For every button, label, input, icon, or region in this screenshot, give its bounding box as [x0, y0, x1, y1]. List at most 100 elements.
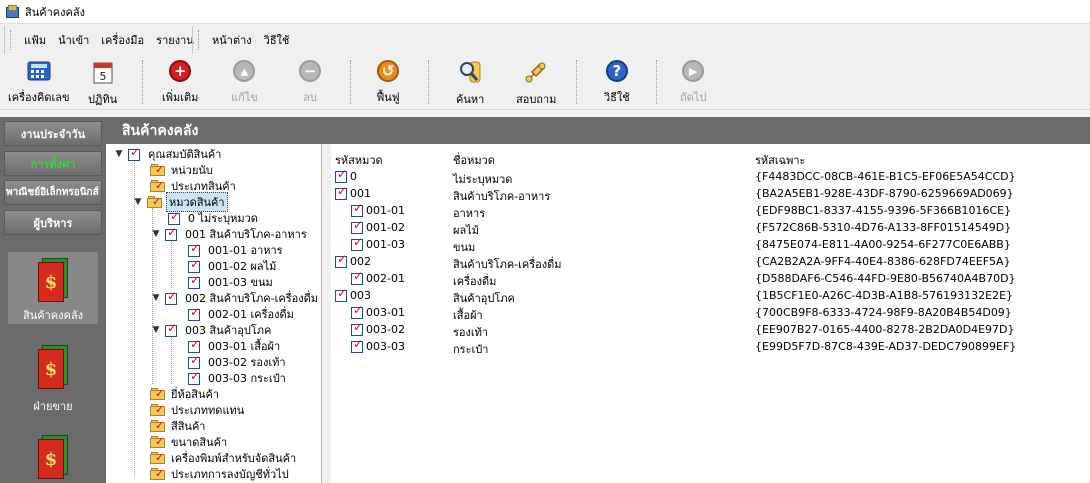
cell-code: 001-01 [366, 204, 405, 217]
menu-bar: แฟ้ม นำเข้า เครื่องมือ รายงาน หน้าต่าง ว… [0, 24, 1090, 54]
help-icon: ? [605, 60, 629, 82]
tree-node-substitute[interactable]: ✓ ประเภททดแทน [150, 402, 246, 418]
tree-node-c003-03[interactable]: ✓ 003-03 กระเป๋า [188, 369, 288, 386]
cell-guid: {BA2A5EB1-928E-43DF-8790-6259669AD069} [755, 187, 1014, 200]
tree-node-c002[interactable]: ▼ ✓ 002 สินค้าบริโภค-เครื่องดื่ม [151, 289, 320, 306]
sidebar: งานประจำวัน การตั้งค่า พาณิชย์อิเล็กทรอน… [0, 117, 106, 483]
chevron-down-icon[interactable]: ▼ [151, 229, 161, 239]
tree-node-c003[interactable]: ▼ ✓ 003 สินค้าอุปโภค [151, 321, 273, 338]
delete-label: ลบ [303, 91, 317, 104]
menu-import[interactable]: นำเข้า [52, 31, 95, 49]
checkbox-icon: ✓ [351, 218, 364, 234]
tree-node-c001-03[interactable]: ✓ 001-03 ขนม [188, 273, 275, 290]
third-book-icon: $ [36, 435, 70, 479]
table-row[interactable]: ✓ 003-01 เสื้อผ้า {700CB9F8-6333-4724-98F9-… [331, 303, 1090, 322]
search-icon [458, 60, 482, 84]
chevron-down-icon[interactable]: ▼ [114, 149, 124, 159]
tree-node-brand[interactable]: ✓ ยี่ห้อสินค้า [150, 386, 221, 402]
tree-node-c001-01[interactable]: ✓ 001-01 อาหาร [188, 241, 285, 258]
table-row[interactable]: ✓ 001-02 ผลไม้ {F572C86B-5310-4D76-A133-8FF… [331, 218, 1090, 237]
cell-code: 003-02 [366, 323, 405, 336]
tree-node-c002-01[interactable]: ✓ 002-01 เครื่องดื่ม [188, 305, 296, 322]
table-row[interactable]: ✓ 0 ไม่ระบุหมวด {F4483DCC-08CB-461E-B1C5-EF… [331, 167, 1090, 186]
delete-button[interactable]: − ลบ [298, 60, 322, 106]
next-button[interactable]: ▶ ถัดไป [680, 60, 706, 106]
folder-icon: ✓ [150, 435, 166, 449]
search-button[interactable]: ค้นหา [456, 60, 484, 106]
cell-guid: {700CB9F8-6333-4724-98F9-8A20B4B54D09} [755, 306, 1012, 319]
toolbar-separator [428, 60, 429, 104]
sidebar-settings-button[interactable]: การตั้งค่า [4, 151, 102, 176]
menu-grip[interactable] [10, 30, 13, 50]
table-row[interactable]: ✓ 001 สินค้าบริโภค-อาหาร {BA2A5EB1-928E-43D… [331, 184, 1090, 203]
cell-code: 001 [350, 187, 371, 200]
edit-button[interactable]: ▴ แก้ไข [231, 60, 258, 106]
calculator-button[interactable]: เครื่องคิดเลข [8, 60, 70, 106]
table-row[interactable]: ✓ 002 สินค้าบริโภค-เครื่องดื่ม {CA2B2A2A-9F… [331, 252, 1090, 271]
checkbox-icon: ✓ [335, 252, 348, 268]
menu-grip[interactable] [198, 30, 201, 50]
tree-node-size[interactable]: ✓ ขนาดสินค้า [150, 434, 229, 450]
table-row[interactable]: ✓ 003 สินค้าอุปโภค {1B5CF1E0-A26C-4D3B-A1B8… [331, 286, 1090, 305]
folder-icon: ✓ [150, 179, 166, 193]
sidebar-executive-button[interactable]: ผู้บริหาร [4, 210, 102, 235]
table-row[interactable]: ✓ 002-01 เครื่องดื่ม {D588DAF6-C546-44FD-9E… [331, 269, 1090, 288]
inquiry-button[interactable]: สอบถาม [516, 60, 556, 106]
folder-icon: ✓ [150, 467, 166, 481]
tree-node-category[interactable]: ▼ ✓ หมวดสินค้า [133, 192, 228, 212]
tree-node-unit[interactable]: ✓ หน่วยนับ [150, 162, 215, 178]
calculator-label: เครื่องคิดเลข [8, 91, 70, 104]
menu-window[interactable]: หน้าต่าง [206, 31, 258, 49]
tree-node-c001[interactable]: ▼ ✓ 001 สินค้าบริโภค-อาหาร [151, 225, 309, 242]
table-row[interactable]: ✓ 001-03 ขนม {8475E074-E811-4A00-9254-6F277… [331, 235, 1090, 254]
table-row[interactable]: ✓ 003-02 รองเท้า {EE907B27-0165-4400-8278-2… [331, 320, 1090, 339]
checkbox-icon: ✓ [188, 257, 201, 273]
checkbox-icon: ✓ [188, 353, 201, 369]
tree-node-c0[interactable]: ✓ 0 ไม่ระบุหมวด [168, 209, 260, 226]
cell-guid: {1B5CF1E0-A26C-4D3B-A1B8-576193132E2E} [755, 289, 1014, 302]
calculator-icon [27, 60, 51, 82]
checkbox-icon: ✓ [165, 225, 178, 241]
chevron-down-icon[interactable]: ▼ [133, 197, 143, 207]
folder-icon: ✓ [150, 403, 166, 417]
tree-node-label-printer[interactable]: ✓ เครื่องพิมพ์สำหรับจัดสินค้า [150, 450, 298, 466]
table-row[interactable]: ✓ 003-03 กระเป๋า {E99D5F7D-87C8-439E-AD37-D… [331, 337, 1090, 356]
calendar-button[interactable]: 5 ปฏิทิน [88, 60, 117, 106]
chevron-down-icon[interactable]: ▼ [151, 325, 161, 335]
tree-node-gl-type[interactable]: ✓ ประเภทการลงบัญชีทั่วไป [150, 466, 291, 482]
column-header-name[interactable]: ชื่อหมวด [453, 151, 495, 169]
column-header-guid[interactable]: รหัสเฉพาะ [755, 151, 805, 169]
tree-node-root[interactable]: ▼ ✓ คุณสมบัติสินค้า [114, 145, 223, 162]
menu-tools[interactable]: เครื่องมือ [95, 31, 150, 49]
page-title: สินค้าคงคลัง [106, 117, 1090, 144]
cell-name: กระเป๋า [453, 343, 489, 356]
tree-node-color[interactable]: ✓ สีสินค้า [150, 418, 207, 434]
menu-help[interactable]: วิธีใช้ [258, 31, 296, 49]
menu-file[interactable]: แฟ้ม [18, 31, 52, 49]
module-sales[interactable]: $ ฝ่ายขาย [8, 345, 98, 417]
cell-guid: {EE907B27-0165-4400-8278-2B2DA0D4E97D} [755, 323, 1015, 336]
search-label: ค้นหา [456, 93, 485, 106]
next-icon: ▶ [681, 60, 705, 82]
module-third[interactable]: $ [8, 435, 98, 483]
module-inventory[interactable]: $ สินค้าคงคลัง [8, 252, 98, 324]
sidebar-ecommerce-button[interactable]: พาณิชย์อิเล็กทรอนิกส์ [4, 180, 102, 205]
chevron-down-icon[interactable]: ▼ [151, 293, 161, 303]
folder-icon: ✓ [150, 419, 166, 433]
phone-icon [524, 60, 548, 84]
restore-button[interactable]: ↺ ฟื้นฟู [376, 60, 400, 106]
sidebar-daily-tasks-button[interactable]: งานประจำวัน [4, 121, 102, 146]
cell-guid: {CA2B2A2A-9FF4-40E4-8386-628FD74EEF5A} [755, 255, 1011, 268]
checkbox-icon: ✓ [168, 209, 181, 225]
next-label: ถัดไป [680, 91, 707, 104]
restore-icon: ↺ [376, 60, 400, 82]
tree-node-c001-02[interactable]: ✓ 001-02 ผลไม้ [188, 257, 278, 274]
help-button[interactable]: ? วิธีใช้ [604, 60, 630, 106]
tree-node-c003-01[interactable]: ✓ 003-01 เสื้อผ้า [188, 337, 282, 354]
add-button[interactable]: + เพิ่มเติม [162, 60, 198, 106]
toolbar-separator [576, 60, 577, 104]
table-row[interactable]: ✓ 001-01 อาหาร {EDF98BC1-8337-4155-9396-5F3… [331, 201, 1090, 220]
calendar-icon: 5 [91, 60, 115, 84]
tree-node-c003-02[interactable]: ✓ 003-02 รองเท้า [188, 353, 288, 370]
checkbox-icon: ✓ [165, 289, 178, 305]
